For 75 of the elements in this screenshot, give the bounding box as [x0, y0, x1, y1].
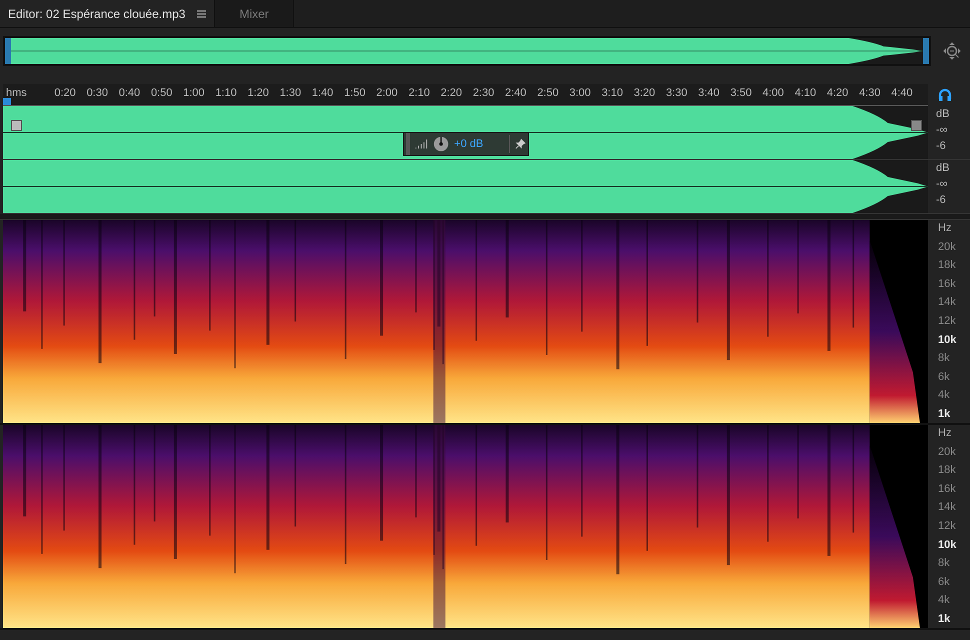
frequency-label: 6k — [938, 576, 951, 589]
time-label: 4:20 — [826, 86, 850, 101]
frequency-label: 20k — [938, 240, 957, 254]
time-label: 2:20 — [440, 86, 464, 101]
frequency-label: 18k — [938, 259, 957, 272]
time-label: 3:00 — [568, 86, 592, 101]
time-label: 0:30 — [86, 86, 109, 101]
waveform-panel[interactable]: +0 dB — [3, 106, 928, 214]
time-label: 4:10 — [794, 86, 818, 101]
fade-handle[interactable] — [911, 120, 922, 131]
frequency-label: 14k — [938, 501, 957, 514]
gain-knob-icon[interactable] — [433, 135, 450, 153]
db-label: -∞ — [936, 177, 949, 192]
db-unit: dB — [936, 107, 950, 122]
time-label: 0:50 — [150, 86, 174, 101]
time-label: 4:40 — [890, 86, 914, 101]
frequency-label: 4k — [938, 594, 951, 608]
db-label: -∞ — [936, 123, 949, 138]
time-label: 1:10 — [214, 86, 238, 101]
frequency-label: 8k — [938, 557, 951, 570]
ruler-unit: hms — [5, 86, 28, 101]
gain-value[interactable]: +0 dB — [454, 136, 504, 152]
time-label: 3:10 — [600, 86, 624, 101]
range-handle[interactable] — [5, 38, 11, 64]
menu-icon[interactable] — [197, 10, 206, 18]
db-unit: dB — [936, 161, 950, 176]
time-label: 2:00 — [375, 86, 399, 101]
time-label: 2:50 — [536, 86, 560, 101]
time-label: 1:20 — [246, 86, 270, 101]
time-label: 3:50 — [729, 86, 753, 101]
frequency-label: 12k — [938, 314, 957, 328]
time-label: 1:50 — [343, 86, 366, 101]
fade-handle[interactable] — [11, 120, 22, 131]
time-label: 2:40 — [504, 86, 528, 101]
time-label: 4:00 — [762, 86, 785, 101]
editor-tab[interactable]: Mixer — [214, 0, 294, 27]
time-label: 0:20 — [53, 86, 77, 101]
frequency-label: 1k — [938, 408, 952, 421]
time-label: 1:00 — [182, 86, 206, 101]
frequency-label: 1k — [938, 612, 952, 626]
time-label: 2:30 — [472, 86, 496, 101]
hz-unit: Hz — [938, 427, 952, 440]
frequency-label: 20k — [938, 446, 957, 459]
playhead-marker[interactable] — [3, 98, 11, 105]
frequency-label: 18k — [938, 464, 957, 478]
level-icon — [415, 138, 428, 150]
time-label: 3:20 — [632, 86, 656, 101]
time-label: 2:10 — [407, 86, 431, 101]
frequency-label: 12k — [938, 520, 957, 533]
pin-icon[interactable] — [515, 138, 526, 150]
frequency-label: 6k — [938, 370, 951, 384]
time-label: 1:30 — [278, 86, 302, 101]
frequency-label: 16k — [938, 278, 957, 291]
time-label: 0:40 — [118, 86, 142, 101]
frequency-label: 10k — [938, 538, 958, 552]
frequency-label: 14k — [938, 296, 957, 310]
frequency-label: 4k — [938, 389, 951, 402]
range-handle[interactable] — [923, 38, 929, 64]
time-ruler[interactable]: hms 0:20 0:30 0:40 0:50 1:00 1:10 1:20 1:30 1:40 1:50 2:00 2:10 2:20 2:30 2:40 2:50 3:00 3:10 3:20 3:30 3:40 3:50 4:00 4:10 4:20 4:30 4:40 — [3, 84, 928, 106]
time-label: 1:40 — [310, 86, 334, 101]
frequency-label: 10k — [938, 334, 958, 347]
zoom-icon[interactable] — [943, 42, 961, 60]
frequency-label: 16k — [938, 482, 957, 496]
tab-label: Editor: 02 Espérance clouée.mp3 — [8, 6, 186, 22]
tab-label: Mixer — [239, 6, 269, 22]
hz-unit: Hz — [938, 222, 952, 235]
editor-tab[interactable]: Editor: 02 Espérance clouée.mp3 — [0, 0, 214, 27]
headphones-icon[interactable] — [938, 88, 952, 102]
time-label: 3:40 — [697, 86, 721, 101]
db-label: -6 — [936, 193, 947, 208]
time-label: 4:30 — [858, 86, 882, 101]
db-label: -6 — [936, 139, 947, 154]
time-label: 3:30 — [664, 86, 688, 101]
gain-hud[interactable]: +0 dB — [403, 132, 529, 156]
frequency-label: 8k — [938, 352, 951, 366]
